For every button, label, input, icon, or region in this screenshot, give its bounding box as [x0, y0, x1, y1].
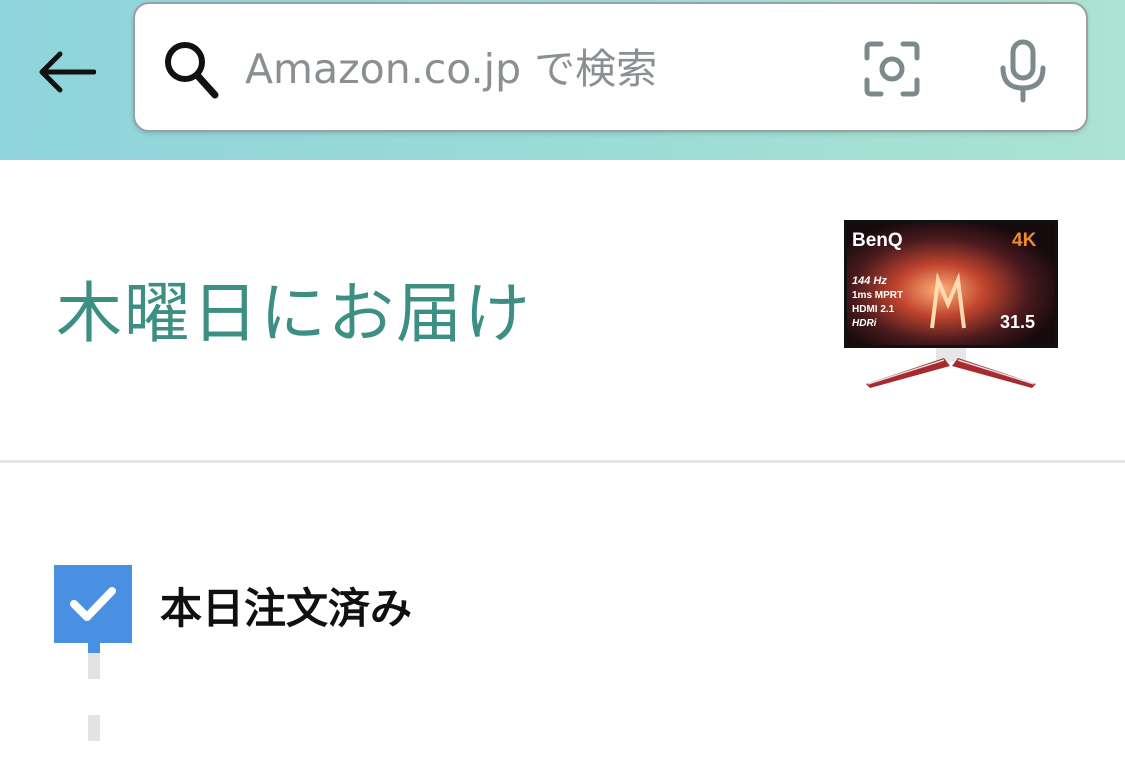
search-input[interactable] — [245, 34, 845, 104]
timeline-dash — [88, 715, 100, 741]
product-image-monitor[interactable]: BenQ 4K 144 Hz 1ms MPRT HDMI 2.1 HDRi 31… — [840, 218, 1062, 394]
search-icon — [165, 42, 219, 99]
back-button[interactable] — [30, 38, 102, 106]
product-spec: HDMI 2.1 — [852, 304, 895, 315]
order-status-timeline: 本日注文済み — [0, 463, 1125, 769]
search-box[interactable] — [133, 2, 1088, 132]
timeline-dash — [88, 653, 100, 679]
camera-scan-icon[interactable] — [863, 40, 921, 98]
top-search-bar — [0, 0, 1125, 160]
product-spec: HDRi — [852, 318, 877, 329]
delivery-date-title: 木曜日にお届け — [56, 275, 532, 352]
microphone-icon[interactable] — [995, 38, 1051, 104]
product-brand: BenQ — [852, 230, 903, 251]
status-label-ordered-today: 本日注文済み — [160, 584, 413, 633]
checkmark-icon — [70, 587, 116, 621]
back-arrow-icon — [39, 51, 96, 93]
delivery-section: 木曜日にお届け BenQ 4K 144 Hz 1ms MPRT HDMI 2.1… — [0, 160, 1125, 460]
product-badge: 4K — [1012, 230, 1037, 251]
product-spec: 1ms MPRT — [852, 290, 903, 301]
product-size: 31.5 — [1000, 312, 1035, 332]
timeline-connector — [88, 643, 100, 653]
status-check-box — [54, 565, 132, 643]
product-spec: 144 Hz — [852, 275, 887, 287]
